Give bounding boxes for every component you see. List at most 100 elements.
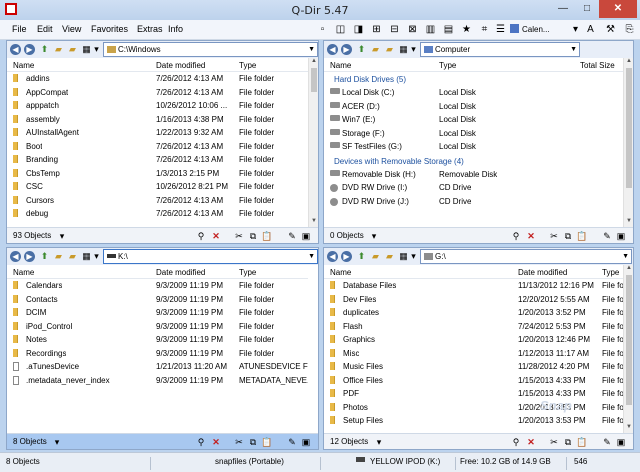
maximize-button[interactable]: □: [575, 0, 599, 18]
print-icon[interactable]: ▣: [615, 436, 627, 448]
pin-icon[interactable]: ⚲: [510, 230, 522, 242]
copy-icon[interactable]: ⧉: [562, 436, 574, 448]
column-name[interactable]: Name: [13, 61, 34, 70]
tree-icon[interactable]: ⌗: [477, 22, 492, 37]
vertical-scrollbar[interactable]: ▲ ▼: [308, 58, 318, 227]
count-dropdown-icon[interactable]: ▾: [373, 436, 385, 448]
up-icon[interactable]: ⬆: [38, 43, 51, 56]
list-item[interactable]: Notes 9/3/2009 11:19 PM File folder: [7, 333, 308, 347]
copy-icon[interactable]: ⧉: [247, 436, 259, 448]
list-item[interactable]: Database Files11/13/2012 12:16 PMFile fo…: [324, 279, 623, 293]
list-item[interactable]: DVD RW Drive (I:) CD Drive: [324, 181, 623, 195]
pin-icon[interactable]: ⚲: [510, 436, 522, 448]
close-button[interactable]: ✕: [599, 0, 637, 18]
list-item[interactable]: Removable Disk (H:) Removable Disk: [324, 168, 623, 182]
cut-icon[interactable]: ✂: [548, 436, 560, 448]
print-icon[interactable]: ▣: [300, 230, 312, 242]
forward-icon[interactable]: ▶: [24, 44, 35, 55]
up-icon[interactable]: ⬆: [38, 250, 51, 263]
list-item[interactable]: Recordings 9/3/2009 11:19 PM File folder: [7, 347, 308, 361]
print-icon[interactable]: ▣: [615, 230, 627, 242]
scroll-down-icon[interactable]: ▼: [624, 424, 633, 433]
address-dropdown-icon[interactable]: ▼: [570, 43, 577, 56]
back-icon[interactable]: ◀: [10, 251, 21, 262]
column-name[interactable]: Name: [330, 268, 351, 277]
layout-6-icon[interactable]: ⊠: [405, 22, 420, 37]
list-item[interactable]: ACER (D:) Local Disk: [324, 100, 623, 114]
list-item[interactable]: Calendars 9/3/2009 11:19 PM File folder: [7, 279, 308, 293]
new-folder-icon[interactable]: ▰: [369, 43, 382, 56]
list-item[interactable]: Contacts 9/3/2009 11:19 PM File folder: [7, 293, 308, 307]
paste-icon[interactable]: 📋: [261, 230, 273, 242]
cut-icon[interactable]: ✂: [233, 230, 245, 242]
menu-extras[interactable]: Extras: [137, 24, 163, 34]
list-item[interactable]: Storage (F:) Local Disk: [324, 127, 623, 141]
up-icon[interactable]: ⬆: [355, 250, 368, 263]
address-bar[interactable]: K:\ ▼: [103, 249, 318, 264]
list-item[interactable]: Cursors 7/26/2012 4:13 AM File folder: [7, 194, 308, 208]
list-item[interactable]: Setup Files1/20/2013 3:53 PMFile fol: [324, 414, 623, 428]
list-item[interactable]: iPod_Control 9/3/2009 11:19 PM File folder: [7, 320, 308, 334]
copy-icon[interactable]: ⧉: [562, 230, 574, 242]
vertical-scrollbar[interactable]: ▲ ▼: [623, 58, 633, 227]
view-dropdown-icon[interactable]: ▾: [407, 43, 420, 56]
scroll-down-icon[interactable]: ▼: [309, 218, 318, 227]
list-item[interactable]: Boot 7/26/2012 4:13 AM File folder: [7, 140, 308, 154]
list-item[interactable]: assembly 1/16/2013 4:38 PM File folder: [7, 113, 308, 127]
object-count[interactable]: 93 Objects: [13, 231, 51, 240]
menu-info[interactable]: Info: [168, 24, 183, 34]
forward-icon[interactable]: ▶: [341, 251, 352, 262]
pin-icon[interactable]: ⚲: [195, 230, 207, 242]
folder-icon[interactable]: ▰: [66, 43, 79, 56]
list-item[interactable]: SF TestFiles (G:) Local Disk: [324, 140, 623, 154]
column-date[interactable]: Date modified: [156, 268, 205, 277]
object-count[interactable]: 8 Objects: [13, 437, 47, 446]
list-item[interactable]: Office Files1/15/2013 4:33 PMFile fol: [324, 374, 623, 388]
list-item[interactable]: AppCompat 7/26/2012 4:13 AM File folder: [7, 86, 308, 100]
folder-icon[interactable]: ▰: [383, 43, 396, 56]
list-item[interactable]: duplicates1/20/2013 3:52 PMFile fol: [324, 306, 623, 320]
list-item[interactable]: AUInstallAgent 1/22/2013 9:32 AM File fold…: [7, 126, 308, 140]
cut-icon[interactable]: ✂: [548, 230, 560, 242]
column-type[interactable]: Type: [239, 61, 256, 70]
scroll-thumb[interactable]: [626, 275, 632, 405]
vertical-scrollbar[interactable]: ▲ ▼: [623, 265, 633, 433]
count-dropdown-icon[interactable]: ▾: [56, 230, 68, 242]
address-dropdown-icon[interactable]: ▼: [622, 250, 629, 263]
column-name[interactable]: Name: [330, 61, 351, 70]
scroll-up-icon[interactable]: ▲: [624, 265, 633, 274]
list-item[interactable]: Win7 (E:) Local Disk: [324, 113, 623, 127]
group-header[interactable]: Devices with Removable Storage (4): [324, 154, 623, 168]
layout-3-icon[interactable]: ◨: [351, 22, 366, 37]
view-dropdown-icon[interactable]: ▾: [90, 43, 103, 56]
object-count[interactable]: 0 Objects: [330, 231, 364, 240]
list-item[interactable]: Dev Files12/20/2012 5:55 AMFile fol: [324, 293, 623, 307]
address-bar[interactable]: G:\ ▼: [420, 249, 632, 264]
list-item[interactable]: Music Files11/28/2012 4:20 PMFile fol: [324, 360, 623, 374]
list-item[interactable]: apppatch 10/26/2012 10:06 ... File folder: [7, 99, 308, 113]
list-item[interactable]: Flash7/24/2012 5:53 PMFile fol: [324, 320, 623, 334]
calendar-dropdown-icon[interactable]: ▾: [568, 22, 583, 37]
text-icon[interactable]: A: [583, 22, 598, 37]
forward-icon[interactable]: ▶: [24, 251, 35, 262]
menu-favorites[interactable]: Favorites: [91, 24, 128, 34]
list-item[interactable]: PDF1/15/2013 4:33 PMFile fol: [324, 387, 623, 401]
scroll-thumb[interactable]: [311, 68, 317, 92]
list-item[interactable]: Local Disk (C:) Local Disk: [324, 86, 623, 100]
rename-icon[interactable]: ✎: [601, 230, 613, 242]
layout-7-icon[interactable]: ▥: [423, 22, 438, 37]
view-dropdown-icon[interactable]: ▾: [407, 250, 420, 263]
delete-icon[interactable]: ✕: [210, 230, 222, 242]
layout-8-icon[interactable]: ▤: [441, 22, 456, 37]
layout-2-icon[interactable]: ◫: [333, 22, 348, 37]
favorites-icon[interactable]: ★: [459, 22, 474, 37]
back-icon[interactable]: ◀: [327, 44, 338, 55]
scroll-thumb[interactable]: [626, 68, 632, 188]
object-count[interactable]: 12 Objects: [330, 437, 368, 446]
calendar-button[interactable]: Calen...: [510, 22, 568, 37]
scroll-up-icon[interactable]: ▲: [309, 58, 318, 67]
delete-icon[interactable]: ✕: [525, 230, 537, 242]
up-icon[interactable]: ⬆: [355, 43, 368, 56]
paste-icon[interactable]: 📋: [261, 436, 273, 448]
new-folder-icon[interactable]: ▰: [52, 43, 65, 56]
